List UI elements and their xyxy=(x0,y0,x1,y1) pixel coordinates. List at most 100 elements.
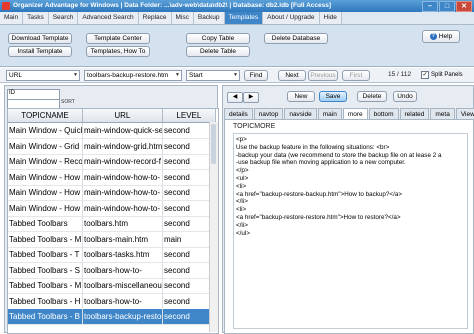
table-row[interactable]: Tabbed Toolbars - M toolbars-main.htm ma… xyxy=(8,231,216,248)
cell-url: main-window-how-to- xyxy=(83,185,163,200)
maximize-icon[interactable]: □ xyxy=(439,1,455,12)
close-icon[interactable]: ✕ xyxy=(456,1,472,12)
cell-topicname: Main Window - Recor xyxy=(8,154,83,169)
search-value-input[interactable]: toolbars-backup-restore.htm ▼ xyxy=(84,70,182,81)
records-panel: ID SORT TOPICNAME URL LEVEL Main Window … xyxy=(4,85,219,334)
table-row[interactable]: Main Window - How to main-window-how-to-… xyxy=(8,200,216,217)
records-table: TOPICNAME URL LEVEL Main Window - Quick … xyxy=(7,108,219,334)
cell-url: main-window-grid.htm xyxy=(83,138,163,154)
cell-topicname: Main Window - Quick xyxy=(8,123,83,138)
table-header: TOPICNAME URL LEVEL xyxy=(8,109,216,123)
checkbox-checked-icon[interactable]: ✓ xyxy=(421,71,429,79)
detail-tab-bar: details navtop navside main more bottom … xyxy=(224,108,474,120)
position-select[interactable]: Start ▼ xyxy=(186,70,240,81)
tab-about-upgrade[interactable]: About / Upgrade xyxy=(263,12,320,24)
search-navigation-bar: URL ▼ toolbars-backup-restore.htm ▼ Star… xyxy=(0,68,474,83)
chevron-down-icon: ▼ xyxy=(233,72,238,78)
tab-search[interactable]: Search xyxy=(48,12,79,24)
scrollbar-thumb[interactable] xyxy=(211,124,216,164)
record-count: 15 / 112 xyxy=(388,71,412,78)
menu-tab-bar: Main Tasks Search Advanced Search Replac… xyxy=(0,12,474,25)
first-button[interactable]: First xyxy=(342,70,370,81)
tab-backup[interactable]: Backup xyxy=(193,12,225,24)
table-row[interactable]: Main Window - Quick main-window-quick-se… xyxy=(8,123,216,139)
help-button[interactable]: ? Help xyxy=(422,30,460,43)
topicmore-textarea[interactable]: <p> Use the backup feature in the follow… xyxy=(233,133,468,329)
column-header-topicname[interactable]: TOPICNAME xyxy=(8,109,83,122)
window-controls: – □ ✕ xyxy=(422,1,472,12)
tab-hide[interactable]: Hide xyxy=(319,12,342,24)
cell-url: toolbars-how-to- xyxy=(83,293,163,309)
help-label: Help xyxy=(438,32,453,40)
tab-templates[interactable]: Templates xyxy=(224,12,264,24)
cell-topicname: Main Window - How to xyxy=(8,185,83,200)
next-button[interactable]: Next xyxy=(278,70,306,81)
install-template-button[interactable]: Install Template xyxy=(8,46,72,57)
tab-replace[interactable]: Replace xyxy=(138,12,172,24)
cell-url: toolbars-miscellaneous xyxy=(83,278,163,293)
table-row[interactable]: Tabbed Toolbars toolbars.htm second xyxy=(8,216,216,232)
cell-url: toolbars-how-to- xyxy=(83,262,163,278)
table-row[interactable]: Main Window - Recor main-window-record-f… xyxy=(8,154,216,170)
templates-how-to-button[interactable]: Templates, How To xyxy=(86,46,150,57)
column-header-level[interactable]: LEVEL xyxy=(163,109,216,122)
split-panels-label: Split Panels xyxy=(431,72,463,78)
delete-button[interactable]: Delete xyxy=(357,91,387,102)
chevron-down-icon: ▼ xyxy=(175,72,180,78)
templates-toolbar: Download Template Install Template Templ… xyxy=(0,25,474,67)
search-value-text: toolbars-backup-restore.htm xyxy=(87,72,169,79)
column-header-url[interactable]: URL xyxy=(83,109,163,122)
cell-topicname: Tabbed Toolbars - B xyxy=(8,309,83,324)
field-select[interactable]: URL ▼ xyxy=(6,70,80,81)
cell-topicname: Tabbed Toolbars xyxy=(8,216,83,231)
chevron-down-icon: ▼ xyxy=(73,72,78,78)
cell-topicname: Tabbed Toolbars - H xyxy=(8,293,83,309)
new-button[interactable]: New xyxy=(287,91,315,102)
window-title-bar: Organizer Advantage for Windows | Data F… xyxy=(0,0,474,12)
cell-topicname: Tabbed Toolbars - M xyxy=(8,278,83,293)
find-button[interactable]: Find xyxy=(244,70,268,81)
cell-topicname: Main Window - How to xyxy=(8,200,83,216)
arrow-right-icon[interactable]: ▶ xyxy=(243,92,259,103)
cell-topicname: Tabbed Toolbars - M xyxy=(8,231,83,247)
app-icon xyxy=(2,2,10,10)
field-select-value: URL xyxy=(9,72,23,79)
detail-editor: TOPICMORE <p> Use the backup feature in … xyxy=(224,119,474,334)
table-row[interactable]: Tabbed Toolbars - M toolbars-miscellaneo… xyxy=(8,278,216,294)
table-row-selected[interactable]: Tabbed Toolbars - B toolbars-backup-rest… xyxy=(8,309,216,325)
delete-table-button[interactable]: Delete Table xyxy=(186,46,250,57)
previous-button[interactable]: Previous xyxy=(308,70,338,81)
cell-url: main-window-how-to- xyxy=(83,169,163,185)
template-center-button[interactable]: Template Center xyxy=(86,33,150,44)
cell-url: toolbars-main.htm xyxy=(83,231,163,247)
table-row[interactable]: Main Window - Grid main-window-grid.htm … xyxy=(8,138,216,155)
position-select-value: Start xyxy=(189,72,203,79)
copy-table-button[interactable]: Copy Table xyxy=(186,33,250,44)
arrow-left-icon[interactable]: ◀ xyxy=(227,92,243,103)
cell-url: toolbars.htm xyxy=(83,216,163,231)
tab-main[interactable]: Main xyxy=(0,12,24,24)
tab-advanced-search[interactable]: Advanced Search xyxy=(78,12,139,24)
cell-url: main-window-quick-se xyxy=(83,123,163,138)
split-panels-toggle[interactable]: ✓ Split Panels xyxy=(421,71,463,79)
tab-tasks[interactable]: Tasks xyxy=(23,12,49,24)
tab-misc[interactable]: Misc xyxy=(171,12,194,24)
cell-url: toolbars-tasks.htm xyxy=(83,247,163,262)
table-row[interactable]: Main Window - How to main-window-how-to-… xyxy=(8,185,216,201)
table-scrollbar[interactable] xyxy=(209,122,218,332)
field-label-topicmore: TOPICMORE xyxy=(233,123,276,130)
table-row[interactable]: Tabbed Toolbars - H toolbars-how-to- sec… xyxy=(8,293,216,310)
download-template-button[interactable]: Download Template xyxy=(8,33,72,44)
sort-select-1-value: ID xyxy=(9,90,15,96)
record-detail-panel: ◀ ▶ New Save Delete Undo details navtop … xyxy=(222,85,474,334)
table-row[interactable]: Tabbed Toolbars - T toolbars-tasks.htm s… xyxy=(8,247,216,263)
undo-button[interactable]: Undo xyxy=(393,91,417,102)
minimize-icon[interactable]: – xyxy=(422,1,438,12)
table-row[interactable]: Tabbed Toolbars - S toolbars-how-to- sec… xyxy=(8,262,216,279)
cell-topicname: Tabbed Toolbars - T xyxy=(8,247,83,262)
table-row[interactable]: Main Window - How to main-window-how-to-… xyxy=(8,169,216,186)
cell-topicname: Main Window - How to xyxy=(8,169,83,185)
cell-topicname: Main Window - Grid xyxy=(8,138,83,154)
delete-database-button[interactable]: Delete Database xyxy=(264,33,328,44)
save-button[interactable]: Save xyxy=(319,91,347,102)
